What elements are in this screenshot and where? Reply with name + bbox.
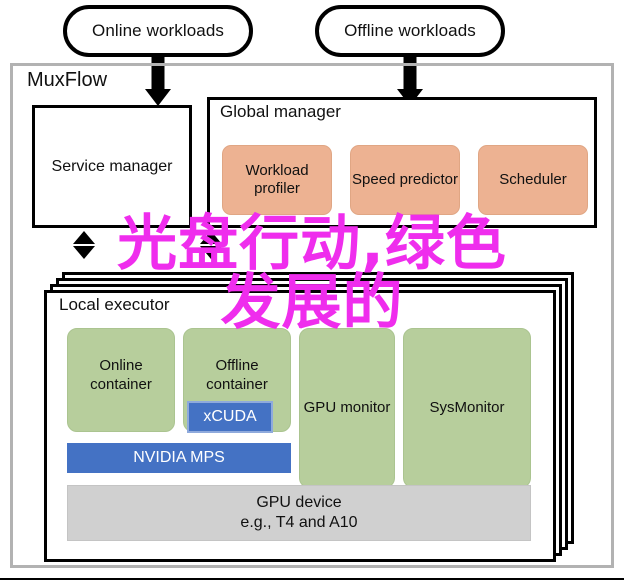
global-manager-executor-bidirectional-arrow-icon — [200, 231, 222, 259]
sysmonitor-label: SysMonitor — [429, 398, 505, 416]
service-manager-label: Service manager — [51, 157, 173, 175]
offline-workloads-label: Offline workloads — [344, 21, 476, 40]
offline-workloads-node: Offline workloads — [315, 5, 505, 57]
global-manager-label: Global manager — [220, 102, 341, 121]
gpu-device-line2: e.g., T4 and A10 — [240, 514, 358, 531]
local-executor-box: Local executor Online container Offline … — [44, 290, 556, 562]
service-manager-executor-bidirectional-arrow-icon — [73, 231, 95, 259]
workload-profiler-label: Workload profiler — [245, 162, 309, 197]
offline-container-label: Offline container — [206, 357, 268, 393]
figure-canvas: Online workloads Offline workloads MuxFl… — [0, 0, 624, 582]
scheduler-box: Scheduler — [478, 145, 588, 215]
workload-profiler-box: Workload profiler — [222, 145, 332, 215]
speed-predictor-label: Speed predictor — [352, 171, 458, 188]
scheduler-label: Scheduler — [499, 171, 567, 188]
sysmonitor-box: SysMonitor — [403, 328, 531, 488]
nvidia-mps-label: NVIDIA MPS — [133, 449, 225, 466]
muxflow-label: MuxFlow — [27, 69, 108, 91]
gpu-device-bar: GPU device e.g., T4 and A10 — [67, 485, 531, 541]
local-executor-label: Local executor — [59, 295, 170, 314]
online-container-box: Online container — [67, 328, 175, 432]
online-workloads-node: Online workloads — [63, 5, 253, 57]
gpu-monitor-box: GPU monitor — [299, 328, 395, 488]
xcuda-box: xCUDA — [187, 401, 273, 433]
speed-predictor-box: Speed predictor — [350, 145, 460, 215]
nvidia-mps-bar: NVIDIA MPS — [67, 443, 291, 473]
global-manager-box: Global manager Workload profiler Speed p… — [207, 97, 597, 228]
gpu-monitor-label: GPU monitor — [303, 398, 391, 416]
online-container-label: Online container — [90, 357, 152, 393]
service-manager-box: Service manager — [32, 105, 192, 228]
bottom-divider — [0, 578, 624, 580]
gpu-device-line1: GPU device — [256, 494, 342, 511]
online-workloads-label: Online workloads — [92, 21, 224, 40]
xcuda-label: xCUDA — [203, 408, 257, 425]
